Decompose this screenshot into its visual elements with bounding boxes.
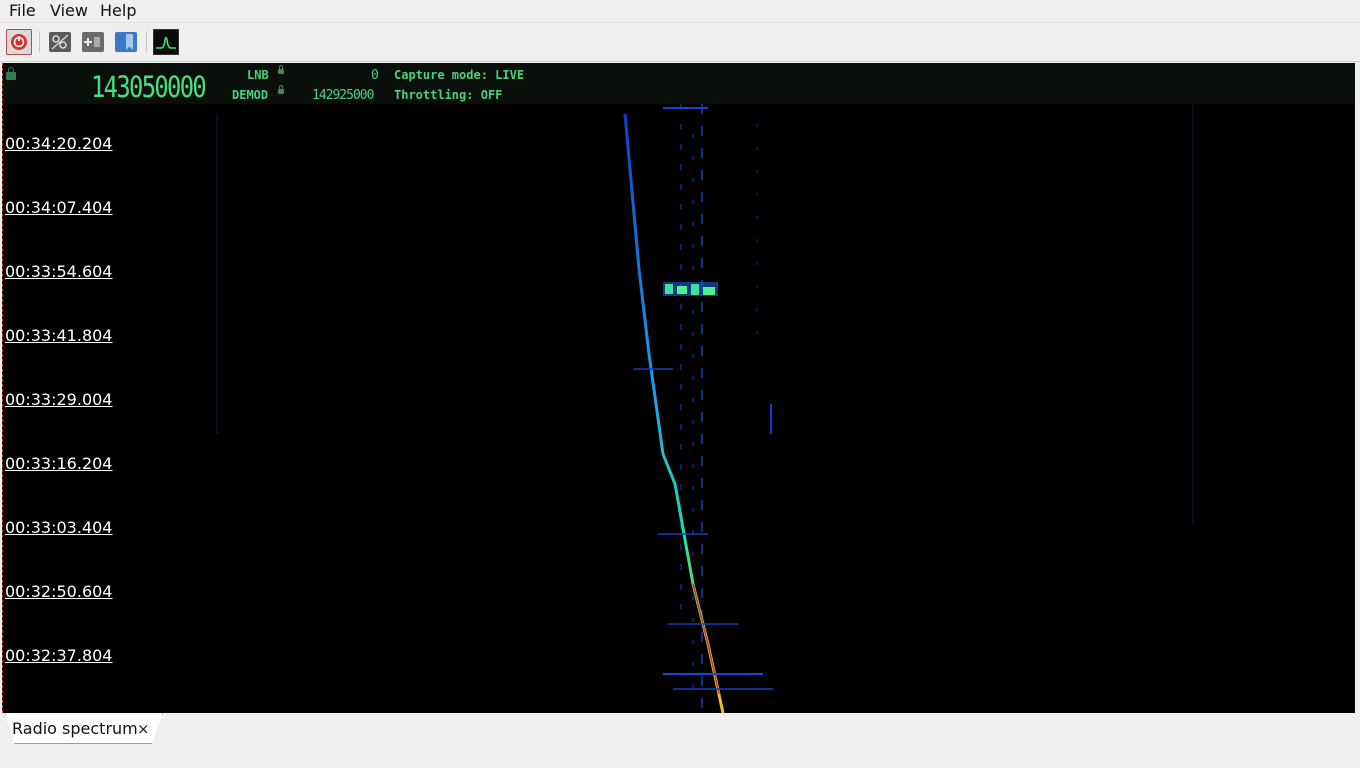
tab-close-icon[interactable]: × — [137, 719, 150, 739]
spectrum-panel-button[interactable] — [153, 29, 179, 55]
spectrum-panel-icon — [156, 36, 176, 49]
timestamp-label: 00:33:03.404 — [5, 518, 113, 537]
tab-label: Radio spectrum — [12, 719, 138, 738]
waterfall-signal-trace — [216, 104, 1194, 713]
power-button[interactable] — [6, 29, 32, 55]
demod-value[interactable]: 142925000 — [312, 89, 374, 103]
waterfall-display[interactable]: 00:34:20.204 00:34:07.404 00:33:54.604 0… — [3, 104, 1355, 713]
frequency-lock-icon[interactable] — [6, 67, 16, 80]
timestamp-label: 00:33:41.804 — [5, 326, 113, 345]
add-inspector-icon — [82, 32, 104, 52]
timestamp-label: 00:34:20.204 — [5, 134, 113, 153]
lnb-label: LNB — [247, 68, 269, 82]
bookmark-button[interactable] — [113, 29, 139, 55]
capture-mode: Capture mode: LIVE — [394, 68, 525, 82]
throttling-status: Throttling: OFF — [394, 88, 503, 102]
timestamp-label: 00:33:29.004 — [5, 390, 113, 409]
menu-bar: File View Help — [0, 0, 1360, 22]
timestamp-label: 00:34:07.404 — [5, 198, 113, 217]
frequency-display: 143050000 LNB 0 DEMOD 142925000 Capture … — [3, 63, 1355, 104]
lnb-lock-icon[interactable] — [278, 65, 284, 74]
spectrum-viewer[interactable]: 143050000 LNB 0 DEMOD 142925000 Capture … — [2, 63, 1355, 713]
settings-button[interactable] — [47, 29, 73, 55]
menu-view[interactable]: View — [50, 1, 88, 21]
timestamp-label: 00:33:16.204 — [5, 454, 113, 473]
toolbar-separator — [146, 31, 147, 53]
demod-lock-icon[interactable] — [278, 85, 284, 94]
waterfall-burst — [663, 282, 718, 296]
settings-icon — [49, 32, 71, 52]
menu-help[interactable]: Help — [100, 1, 136, 21]
timestamp-label: 00:32:37.804 — [5, 646, 113, 665]
power-icon — [11, 34, 27, 50]
lnb-value[interactable]: 0 — [371, 69, 379, 83]
bookmark-icon — [115, 32, 137, 52]
toolbar — [0, 22, 1360, 62]
timestamp-label: 00:32:50.604 — [5, 582, 113, 601]
demod-label: DEMOD — [232, 88, 269, 102]
add-inspector-button[interactable] — [80, 29, 106, 55]
timestamp-label: 00:33:54.604 — [5, 262, 113, 281]
main-frequency[interactable]: 143050000 — [91, 72, 207, 102]
menu-file[interactable]: File — [9, 1, 36, 21]
toolbar-separator — [39, 31, 40, 53]
